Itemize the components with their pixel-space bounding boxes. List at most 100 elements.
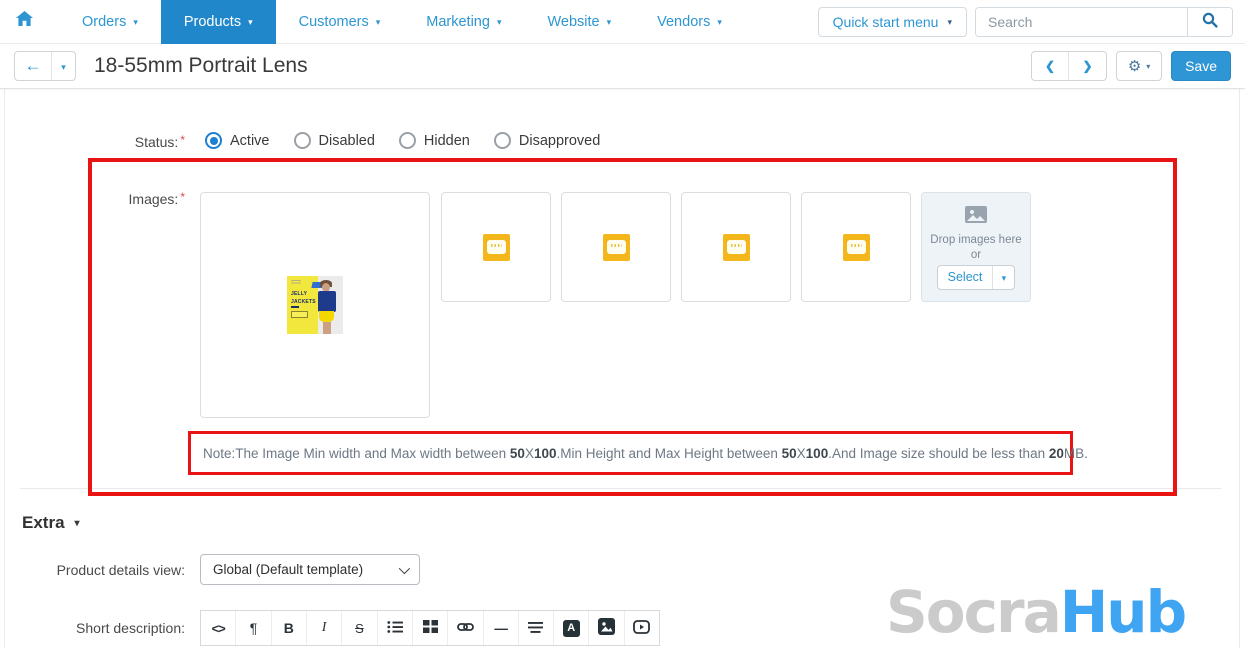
toolbar-strikethrough-button[interactable]: S	[342, 611, 378, 645]
search-icon	[1202, 12, 1218, 31]
table-icon	[422, 620, 438, 636]
menu-item-label: Website	[547, 13, 600, 30]
caret-down-icon: ▾	[61, 61, 66, 72]
status-option-disapproved[interactable]: Disapproved	[493, 132, 600, 149]
menu-item-customers[interactable]: Customers ▾	[276, 0, 404, 44]
extra-section-toggle[interactable]: Extra ▾	[22, 513, 80, 533]
search-button[interactable]	[1187, 7, 1232, 36]
product-image-thumbnail[interactable]: JELLY JACKETS	[287, 276, 343, 334]
next-item-button[interactable]: ❯	[1069, 52, 1106, 80]
radio-icon[interactable]	[398, 132, 416, 149]
home-icon	[16, 11, 33, 32]
toolbar-paragraph-button[interactable]: ¶	[236, 611, 272, 645]
toolbar-list-button[interactable]	[378, 611, 413, 645]
menu-item-products[interactable]: Products ▾	[160, 0, 276, 44]
status-option-disabled[interactable]: Disabled	[293, 132, 375, 149]
toolbar-font-block-button[interactable]: A	[554, 611, 590, 645]
search-input[interactable]	[976, 7, 1187, 36]
section-divider	[20, 488, 1221, 489]
short-description-editor-toolbar: <> ¶ B I S — A	[200, 610, 660, 646]
menu-item-label: Products	[183, 13, 242, 30]
quick-start-menu-label: Quick start menu	[832, 13, 939, 30]
product-details-view-label-text: Product details view:	[56, 562, 185, 578]
product-details-view-select[interactable]: Global (Default template)	[200, 554, 420, 585]
previous-item-button[interactable]: ❮	[1032, 52, 1070, 80]
note-bold-value: 50	[509, 445, 525, 461]
status-option-hidden[interactable]: Hidden	[398, 132, 470, 149]
image-slot-3[interactable]	[561, 192, 671, 302]
toolbar-bold-button[interactable]: B	[272, 611, 307, 645]
image-dropzone[interactable]: Drop images here or Select ▾	[921, 192, 1031, 302]
chevron-right-icon: ❯	[1082, 59, 1093, 73]
note-text: MB.	[1063, 445, 1088, 461]
status-option-label: Active	[230, 132, 270, 149]
image-icon	[965, 206, 987, 228]
list-icon	[387, 620, 403, 637]
toolbar-code-button[interactable]: <>	[201, 611, 237, 645]
toolbar-image-button[interactable]	[589, 611, 625, 645]
thumbnail-model-skirt	[319, 311, 334, 322]
socrahub-watermark: SocraHub	[886, 578, 1187, 646]
select-dropdown-button[interactable]: ▾	[993, 266, 1014, 289]
menu-item-marketing[interactable]: Marketing ▾	[403, 0, 524, 44]
caret-down-icon: ▾	[947, 17, 952, 27]
caret-down-icon: ▾	[74, 518, 80, 529]
toolbar-italic-button[interactable]: I	[307, 611, 343, 645]
menu-item-label: Vendors	[657, 13, 711, 30]
status-label-text: Status:	[134, 134, 179, 150]
back-dropdown-button[interactable]: ▾	[52, 52, 75, 80]
toolbar-link-button[interactable]	[448, 611, 484, 645]
watermark-gray-text: Socra	[886, 578, 1062, 646]
font-block-icon: A	[562, 619, 580, 637]
toolbar-horizontal-rule-button[interactable]: —	[484, 611, 519, 645]
select-button-label: Select	[947, 270, 983, 285]
product-details-view-label: Product details view:	[0, 562, 185, 578]
video-icon	[633, 619, 651, 637]
save-button[interactable]: Save	[1171, 51, 1231, 81]
product-details-view-value: Global (Default template)	[213, 562, 364, 577]
main-menu: Orders ▾ Products ▾ Customers ▾ Marketin…	[59, 0, 745, 44]
caret-down-icon: ▾	[133, 17, 138, 27]
main-image-box[interactable]: JELLY JACKETS	[200, 192, 430, 418]
admin-product-edit-page: Orders ▾ Products ▾ Customers ▾ Marketin…	[0, 0, 1245, 648]
thumbnail-model-legs	[323, 322, 331, 334]
settings-dropdown-button[interactable]: ⚙ ▾	[1116, 51, 1163, 81]
watermark-blue-text: Hub	[1059, 578, 1187, 646]
link-icon	[456, 621, 474, 636]
align-icon	[528, 621, 544, 636]
toolbar-align-button[interactable]	[519, 611, 555, 645]
thumbnail-price-line	[291, 306, 299, 308]
home-button[interactable]	[16, 11, 33, 32]
toolbar-table-button[interactable]	[413, 611, 449, 645]
menu-item-website[interactable]: Website ▾	[524, 0, 634, 44]
image-size-note: Note:The Image Min width and Max width b…	[188, 431, 1088, 475]
image-slot-5[interactable]	[801, 192, 911, 302]
gear-icon: ⚙	[1127, 57, 1142, 75]
page-toolbar: ← ▾ 18-55mm Portrait Lens ❮ ❯ ⚙ ▾ Save	[0, 44, 1245, 89]
menu-item-vendors[interactable]: Vendors ▾	[634, 0, 745, 44]
back-button[interactable]: ←	[15, 52, 52, 80]
note-text: .And Image size should be less than	[828, 445, 1049, 461]
italic-icon: I	[321, 620, 327, 635]
prev-next-group: ❮ ❯	[1031, 51, 1108, 81]
save-button-label: Save	[1185, 58, 1217, 74]
radio-selected-icon[interactable]	[205, 132, 222, 149]
thumbnail-model-jacket	[318, 291, 336, 312]
note-bold-value: 100	[805, 445, 829, 461]
quick-start-menu-button[interactable]: Quick start menu ▾	[817, 6, 967, 37]
image-slot-2[interactable]	[441, 192, 551, 302]
image-slot-4[interactable]	[681, 192, 791, 302]
status-radio-group: Active Disabled Hidden Disapproved	[205, 132, 600, 149]
status-label: Status: *	[0, 133, 185, 150]
radio-icon[interactable]	[293, 132, 311, 149]
toolbar-video-button[interactable]	[625, 611, 659, 645]
radio-icon[interactable]	[493, 132, 511, 149]
menu-item-orders[interactable]: Orders ▾	[59, 0, 161, 44]
menu-item-label: Marketing	[426, 13, 490, 30]
select-images-button[interactable]: Select	[938, 265, 994, 289]
note-text: X	[524, 445, 534, 461]
status-option-active[interactable]: Active	[205, 132, 270, 149]
search-group	[975, 6, 1233, 37]
dropzone-text: Drop images here	[930, 234, 1022, 246]
select-button-group: Select ▾	[936, 264, 1016, 290]
